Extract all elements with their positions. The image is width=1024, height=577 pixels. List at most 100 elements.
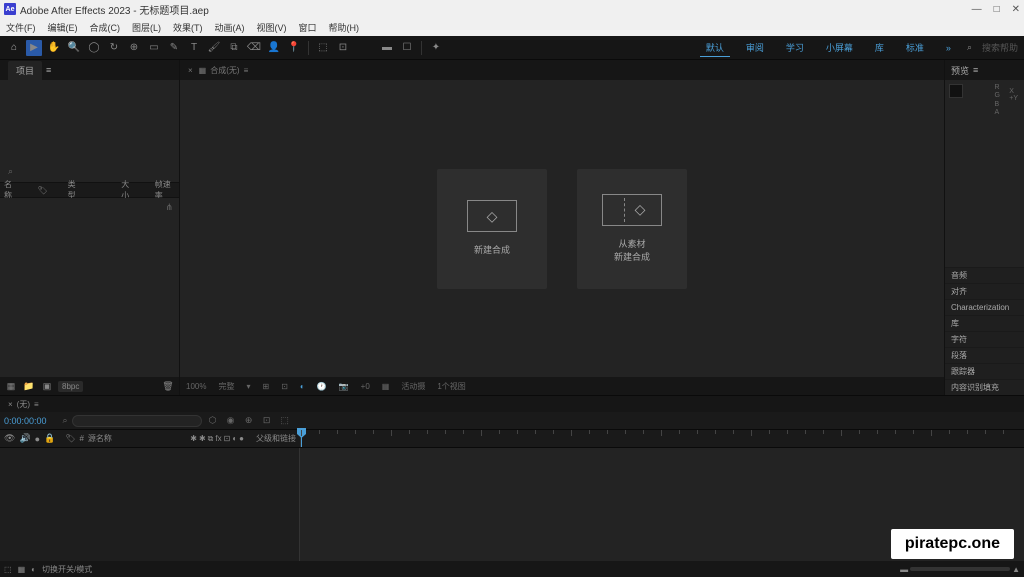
- stamp-tool[interactable]: ⧉: [226, 40, 242, 56]
- motion-blur-icon[interactable]: ◐: [31, 565, 36, 574]
- tl-btn-5[interactable]: ⬚: [278, 414, 292, 428]
- lock-col-icon[interactable]: 🔒: [44, 433, 55, 444]
- workspace-standard[interactable]: 标准: [900, 39, 930, 56]
- close-button[interactable]: ✕: [1012, 4, 1020, 15]
- solo-col-icon[interactable]: ●: [35, 434, 40, 444]
- interpret-icon[interactable]: ▦: [4, 380, 18, 392]
- menu-view[interactable]: 视图(V): [257, 21, 287, 34]
- comp-from-footage-card[interactable]: ◇ 从素材新建合成: [577, 169, 687, 289]
- maximize-button[interactable]: □: [994, 4, 1000, 15]
- camera-label[interactable]: 活动摄: [399, 381, 427, 392]
- tl-btn-1[interactable]: ⬡: [206, 414, 220, 428]
- zoom-tool[interactable]: 🔍: [66, 40, 82, 56]
- new-comp-card[interactable]: ◇ 新建合成: [437, 169, 547, 289]
- source-name-col[interactable]: 源名称: [88, 433, 112, 444]
- hand-tool[interactable]: ✋: [46, 40, 62, 56]
- zoom-out-icon[interactable]: ▬: [900, 565, 908, 574]
- workspace-learn[interactable]: 学习: [780, 39, 810, 56]
- project-body[interactable]: ⋔: [0, 198, 179, 377]
- col-type-icon[interactable]: 🏷: [38, 186, 48, 195]
- bit-depth[interactable]: 8bpc: [58, 381, 83, 392]
- snapshot-icon[interactable]: 📷: [337, 382, 351, 391]
- shy-icon[interactable]: ⬚: [4, 565, 12, 574]
- workspace-review[interactable]: 审阅: [740, 39, 770, 56]
- roto-tool[interactable]: 👤: [266, 40, 282, 56]
- workspace-library[interactable]: 库: [869, 39, 890, 56]
- home-button[interactable]: ⌂: [6, 40, 22, 56]
- brush-tool[interactable]: 🖌: [206, 40, 222, 56]
- pen-tool[interactable]: ✎: [166, 40, 182, 56]
- transparency-icon[interactable]: ▦: [380, 382, 392, 391]
- rect-tool[interactable]: ▭: [146, 40, 162, 56]
- comp-tab[interactable]: 合成(无): [210, 65, 239, 76]
- view-count[interactable]: 1个视图: [435, 381, 467, 392]
- color-swatch[interactable]: [949, 84, 963, 98]
- search-icon[interactable]: ⌕: [967, 42, 972, 53]
- rotate-tool[interactable]: ↻: [106, 40, 122, 56]
- flowchart-icon[interactable]: ⋔: [165, 202, 173, 213]
- tl-btn-3[interactable]: ⊕: [242, 414, 256, 428]
- menu-window[interactable]: 窗口: [299, 21, 317, 34]
- project-tab[interactable]: 项目: [8, 61, 42, 80]
- section-library[interactable]: 库: [945, 315, 1024, 331]
- timecode[interactable]: 0:00:00:00: [4, 416, 47, 426]
- menu-help[interactable]: 帮助(H): [329, 21, 360, 34]
- tl-btn-2[interactable]: ◉: [224, 414, 238, 428]
- menu-file[interactable]: 文件(F): [6, 21, 36, 34]
- menu-effect[interactable]: 效果(T): [173, 21, 203, 34]
- workspace-default[interactable]: 默认: [700, 39, 730, 57]
- menu-edit[interactable]: 编辑(E): [48, 21, 78, 34]
- timeline-ruler[interactable]: [300, 430, 1024, 447]
- extra-tool[interactable]: ✦: [428, 40, 444, 56]
- trash-icon[interactable]: 🗑: [161, 380, 175, 392]
- search-help[interactable]: 搜索帮助: [982, 41, 1018, 54]
- eraser-tool[interactable]: ⌫: [246, 40, 262, 56]
- folder-icon[interactable]: 📁: [22, 380, 36, 392]
- guides-icon[interactable]: ⊡: [279, 382, 290, 391]
- comp-glyph-icon: ◇: [487, 208, 498, 225]
- timeline-tab[interactable]: (无): [17, 399, 30, 410]
- fill-color[interactable]: ▬: [379, 40, 395, 56]
- section-paragraph[interactable]: 段落: [945, 347, 1024, 363]
- section-content-fill[interactable]: 内容识别填充: [945, 379, 1024, 395]
- time-icon[interactable]: 🕐: [315, 382, 329, 391]
- mask-toggle[interactable]: ◐: [298, 382, 307, 391]
- section-characterization[interactable]: Characterization: [945, 299, 1024, 315]
- tl-btn-4[interactable]: ⊡: [260, 414, 274, 428]
- audio-col-icon[interactable]: 🔊: [19, 433, 30, 444]
- section-character[interactable]: 字符: [945, 331, 1024, 347]
- anchor-tool[interactable]: ⊕: [126, 40, 142, 56]
- selection-tool[interactable]: ▶: [26, 40, 42, 56]
- preview-tab[interactable]: 预览: [951, 64, 969, 77]
- visibility-col-icon[interactable]: 👁: [4, 433, 15, 444]
- section-align[interactable]: 对齐: [945, 283, 1024, 299]
- parent-col[interactable]: 父级和链接: [256, 433, 296, 444]
- timeline-layers[interactable]: [0, 448, 300, 561]
- orbit-tool[interactable]: ◯: [86, 40, 102, 56]
- puppet-tool[interactable]: 📍: [286, 40, 302, 56]
- zoom-in-icon[interactable]: ▲: [1012, 565, 1020, 574]
- menu-composition[interactable]: 合成(C): [90, 21, 121, 34]
- menu-animation[interactable]: 动画(A): [215, 21, 245, 34]
- text-tool[interactable]: T: [186, 40, 202, 56]
- frame-blend-icon[interactable]: ▦: [18, 565, 26, 574]
- grid-icon[interactable]: ⊞: [260, 382, 271, 391]
- zoom-slider[interactable]: [910, 567, 1010, 571]
- menu-layer[interactable]: 图层(L): [132, 21, 161, 34]
- workspace-more[interactable]: »: [940, 41, 957, 55]
- section-tracker[interactable]: 跟踪器: [945, 363, 1024, 379]
- snap-toggle[interactable]: ⬚: [315, 40, 331, 56]
- workspace-small[interactable]: 小屏幕: [820, 39, 859, 56]
- timeline-search[interactable]: [72, 415, 202, 427]
- new-comp-icon[interactable]: ▣: [40, 380, 54, 392]
- section-audio[interactable]: 音频: [945, 267, 1024, 283]
- resolution[interactable]: 完整: [216, 381, 236, 392]
- switch-col-icon[interactable]: ✱: [190, 434, 197, 444]
- zoom-level[interactable]: 100%: [184, 382, 208, 391]
- project-search[interactable]: ⌕: [4, 162, 175, 180]
- timeline-search-icon[interactable]: ⌕: [63, 415, 68, 426]
- switch-mode-toggle[interactable]: 切换开关/模式: [42, 564, 92, 575]
- stroke-color[interactable]: ☐: [399, 40, 415, 56]
- minimize-button[interactable]: —: [972, 4, 982, 15]
- snap-option[interactable]: ⊡: [335, 40, 351, 56]
